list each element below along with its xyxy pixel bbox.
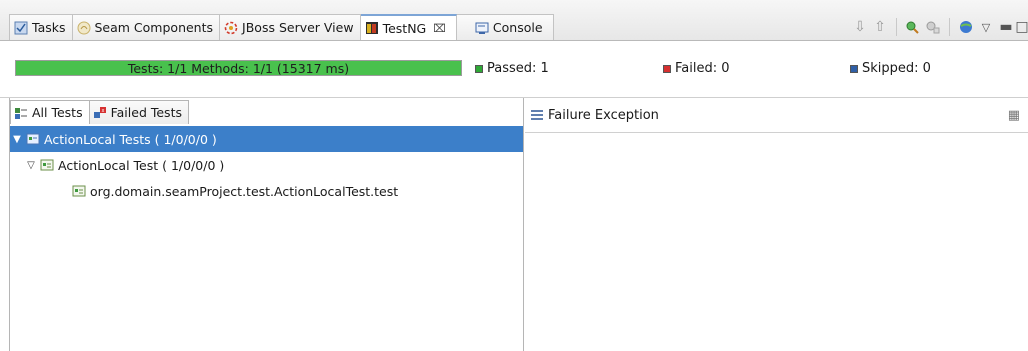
- tree-item-method[interactable]: org.domain.seamProject.test.ActionLocalT…: [10, 178, 523, 204]
- toolbar-separator: [949, 18, 950, 36]
- tab-label: Failed Tests: [110, 105, 182, 120]
- tab-testng[interactable]: TestNG ⌧: [360, 14, 457, 40]
- tree-item-label: ActionLocal Tests ( 1/0/0/0 ): [44, 131, 217, 147]
- maximize-icon[interactable]: □: [1015, 17, 1028, 37]
- rerun-failed-tests-icon[interactable]: [923, 17, 943, 37]
- passed-counter: Passed: 1: [475, 61, 549, 76]
- progress-row: Tests: 1/1 Methods: 1/1 (15317 ms) Passe…: [0, 41, 1028, 97]
- tab-all-tests[interactable]: All Tests: [10, 100, 90, 124]
- tab-label: TestNG: [382, 20, 427, 36]
- tree-item-label: org.domain.seamProject.test.ActionLocalT…: [90, 183, 399, 199]
- collapse-icon[interactable]: ▽: [24, 160, 38, 171]
- tab-console[interactable]: Console: [456, 14, 554, 40]
- skipped-counter: Skipped: 0: [850, 61, 931, 76]
- svg-text:x: x: [101, 108, 104, 114]
- tab-label: Console: [492, 20, 543, 35]
- failed-icon: [663, 64, 671, 73]
- tab-label: Tasks: [32, 20, 66, 35]
- minimize-icon[interactable]: ▬: [996, 17, 1016, 37]
- tab-failed-tests[interactable]: x Failed Tests: [89, 100, 189, 124]
- suite-icon: [26, 133, 40, 145]
- view-tabs: Tasks Seam Components JBoss Server View …: [9, 14, 554, 40]
- tab-label: Seam Components: [94, 20, 214, 35]
- toolbar-separator: [896, 18, 897, 36]
- view-toolbar: ⇩ ⇧ ▽ ▬ □: [850, 14, 1028, 40]
- failure-exception-pane: Failure Exception ▦: [525, 98, 1028, 351]
- rerun-tests-icon[interactable]: [903, 17, 923, 37]
- test-tree: ▼ ActionLocal Tests ( 1/0/0/0 ) ▽ Action…: [10, 126, 523, 204]
- passed-label: Passed: 1: [487, 61, 549, 76]
- jboss-server-icon: [224, 21, 238, 34]
- skipped-label: Skipped: 0: [862, 61, 931, 76]
- progress-bar: Tests: 1/1 Methods: 1/1 (15317 ms): [15, 60, 462, 76]
- seam-components-icon: [77, 21, 90, 34]
- failed-label: Failed: 0: [675, 61, 730, 76]
- skipped-icon: [850, 64, 858, 73]
- tree-item-test[interactable]: ▽ ActionLocal Test ( 1/0/0/0 ): [10, 152, 523, 178]
- tree-tabs: All Tests x Failed Tests: [10, 100, 189, 124]
- tab-jboss-server-view[interactable]: JBoss Server View: [220, 14, 361, 40]
- tab-label: All Tests: [32, 105, 83, 120]
- tasks-icon: [14, 21, 28, 34]
- filter-stack-icon[interactable]: ▦: [1008, 108, 1020, 123]
- list-icon: [531, 110, 543, 120]
- view-tab-bar: Tasks Seam Components JBoss Server View …: [0, 0, 1028, 41]
- all-tests-icon: [15, 107, 27, 119]
- collapse-icon[interactable]: ▼: [10, 134, 24, 145]
- failed-counter: Failed: 0: [663, 61, 730, 76]
- tree-item-suite[interactable]: ▼ ActionLocal Tests ( 1/0/0/0 ): [10, 126, 523, 152]
- test-method-icon: [72, 185, 86, 197]
- console-icon: [475, 22, 489, 34]
- testng-icon: [365, 22, 378, 34]
- failure-exception-title: Failure Exception: [548, 107, 659, 123]
- tree-item-label: ActionLocal Test ( 1/0/0/0 ): [58, 157, 225, 173]
- test-class-icon: [40, 159, 54, 171]
- failure-exception-header: Failure Exception ▦: [525, 98, 1028, 133]
- passed-icon: [475, 64, 483, 73]
- next-failure-icon[interactable]: ⇩: [850, 17, 870, 37]
- tab-tasks[interactable]: Tasks: [9, 14, 73, 40]
- tab-label: JBoss Server View: [242, 20, 354, 35]
- test-tree-pane: All Tests x Failed Tests ▼ ActionLocal T…: [9, 98, 524, 351]
- view-menu-icon[interactable]: ▽: [976, 17, 996, 37]
- previous-failure-icon[interactable]: ⇧: [870, 17, 890, 37]
- close-icon[interactable]: ⌧: [433, 22, 446, 35]
- globe-icon[interactable]: [956, 17, 976, 37]
- failed-tests-icon: x: [93, 106, 106, 118]
- progress-text: Tests: 1/1 Methods: 1/1 (15317 ms): [127, 60, 350, 76]
- tab-seam-components[interactable]: Seam Components: [72, 14, 221, 40]
